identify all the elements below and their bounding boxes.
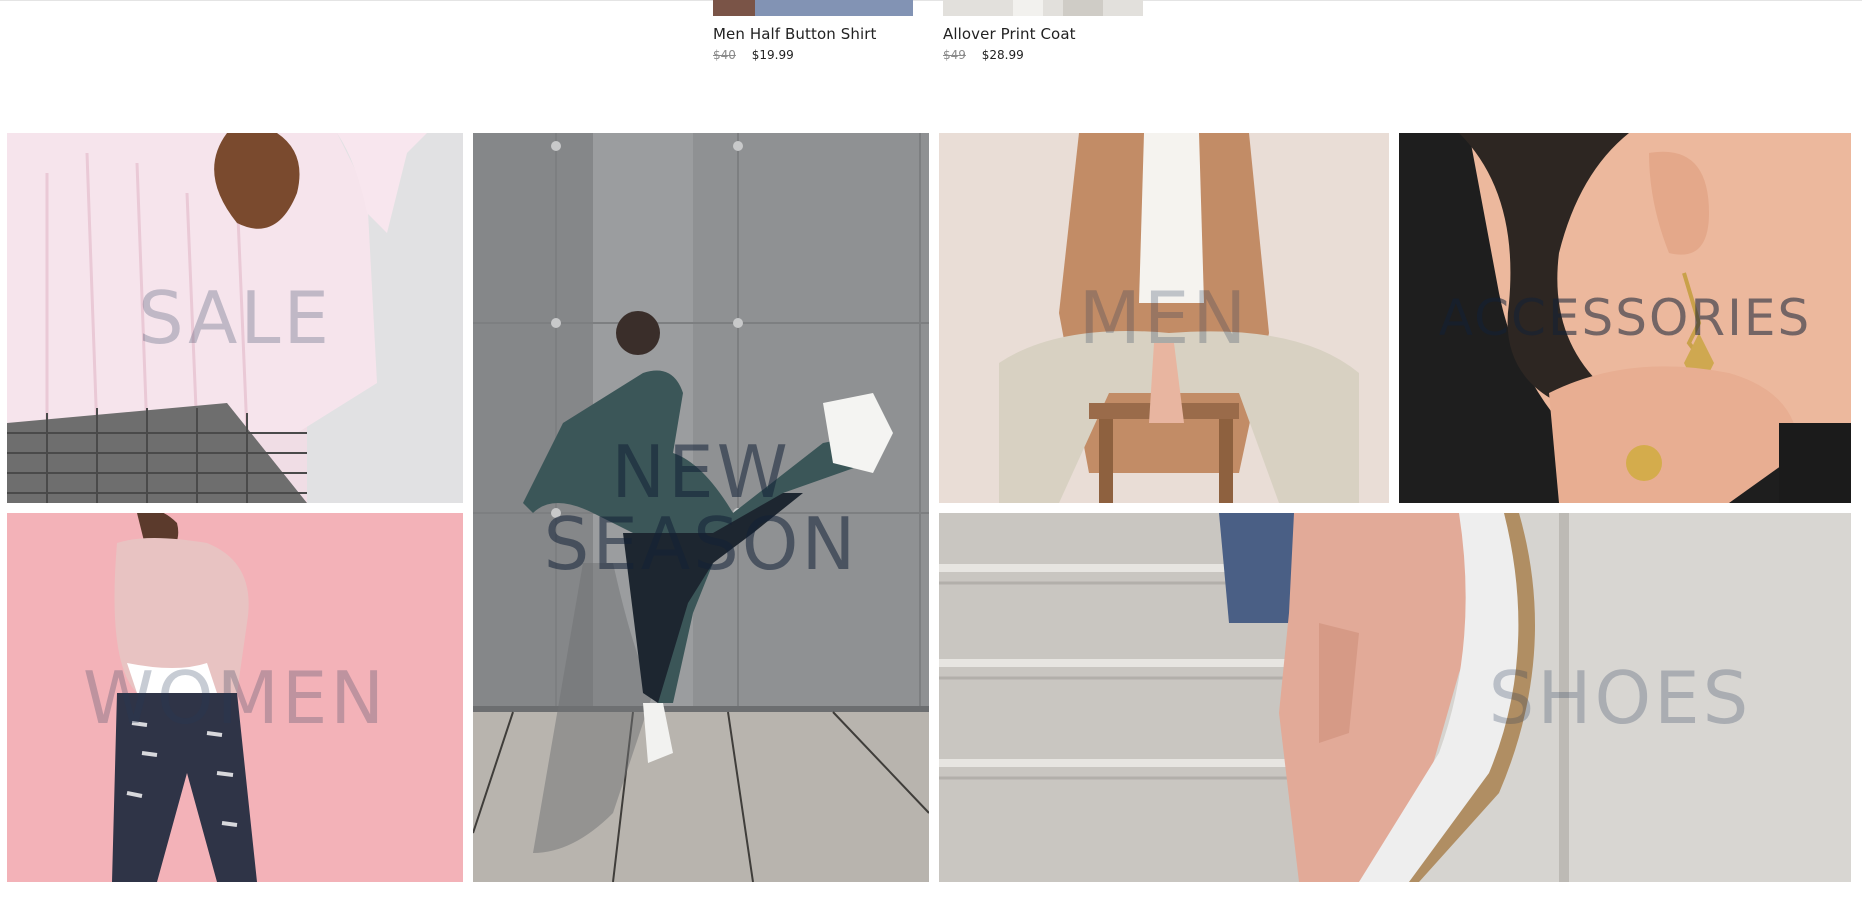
category-label-men[interactable]: MEN (939, 282, 1389, 354)
original-price: $49 (943, 48, 966, 62)
sale-price: $28.99 (981, 48, 1024, 62)
product-card-allover-print-coat[interactable]: Allover Print Coat $49 $28.99 (943, 0, 1143, 62)
category-tile-shoes[interactable]: SHOES (939, 513, 1851, 882)
category-label-sale[interactable]: SALE (7, 282, 463, 354)
product-name[interactable]: Men Half Button Shirt (713, 25, 913, 43)
product-image[interactable] (713, 0, 913, 16)
category-tile-women[interactable]: WOMEN (7, 513, 463, 882)
category-tile-new-season[interactable]: NEW SEASON (473, 133, 929, 882)
product-prices: $49 $28.99 (943, 48, 1143, 62)
product-name[interactable]: Allover Print Coat (943, 25, 1143, 43)
original-price: $40 (713, 48, 736, 62)
product-prices: $40 $19.99 (713, 48, 913, 62)
category-label-accessories[interactable]: ACCESSORIES (1399, 293, 1851, 343)
category-tile-men[interactable]: MEN (939, 133, 1389, 503)
category-label-women[interactable]: WOMEN (7, 662, 463, 734)
category-tile-accessories[interactable]: ACCESSORIES (1399, 133, 1851, 503)
product-image[interactable] (943, 0, 1143, 16)
category-label-new-season[interactable]: NEW SEASON (473, 436, 929, 580)
product-card-men-half-button-shirt[interactable]: Men Half Button Shirt $40 $19.99 (713, 0, 913, 62)
top-divider (0, 0, 1862, 1)
sale-price: $19.99 (751, 48, 794, 62)
category-tile-sale[interactable]: SALE (7, 133, 463, 503)
category-label-shoes[interactable]: SHOES (939, 662, 1851, 734)
